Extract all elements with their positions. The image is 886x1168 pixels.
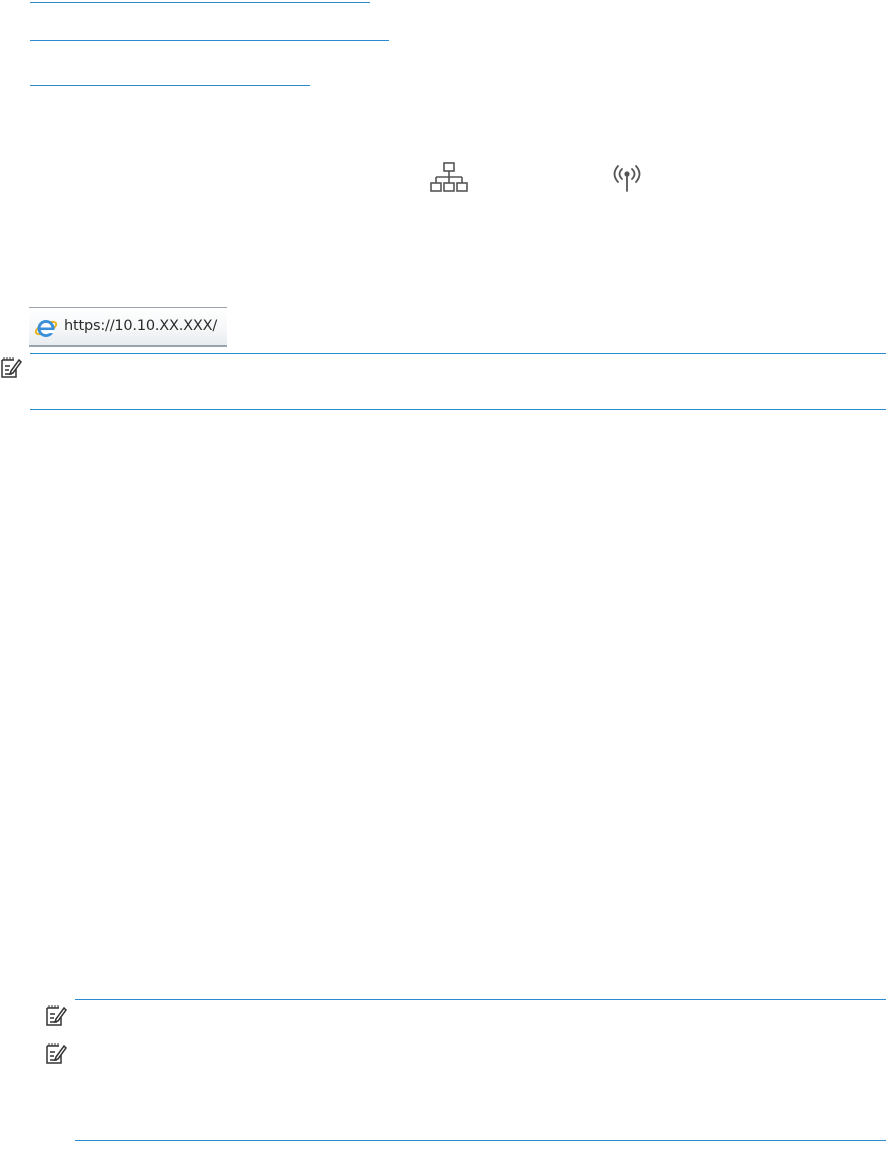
note-icon xyxy=(1,357,22,378)
wireless-icon xyxy=(613,165,641,192)
network-icon xyxy=(430,162,468,192)
url-text: https://10.10.XX.XXX/ xyxy=(64,318,218,334)
note-bottom-rule xyxy=(75,1140,886,1141)
note-top-rule xyxy=(75,999,886,1000)
note-icon xyxy=(46,1043,67,1064)
link-underline-1[interactable] xyxy=(30,2,370,3)
note-icon xyxy=(46,1005,67,1026)
browser-address-bar: https://10.10.XX.XXX/ xyxy=(29,307,227,347)
link-underline-3[interactable] xyxy=(30,85,310,86)
note-bottom-rule xyxy=(30,409,886,410)
note-top-rule xyxy=(30,353,886,354)
internet-explorer-icon xyxy=(34,320,58,337)
link-underline-2[interactable] xyxy=(30,40,389,41)
